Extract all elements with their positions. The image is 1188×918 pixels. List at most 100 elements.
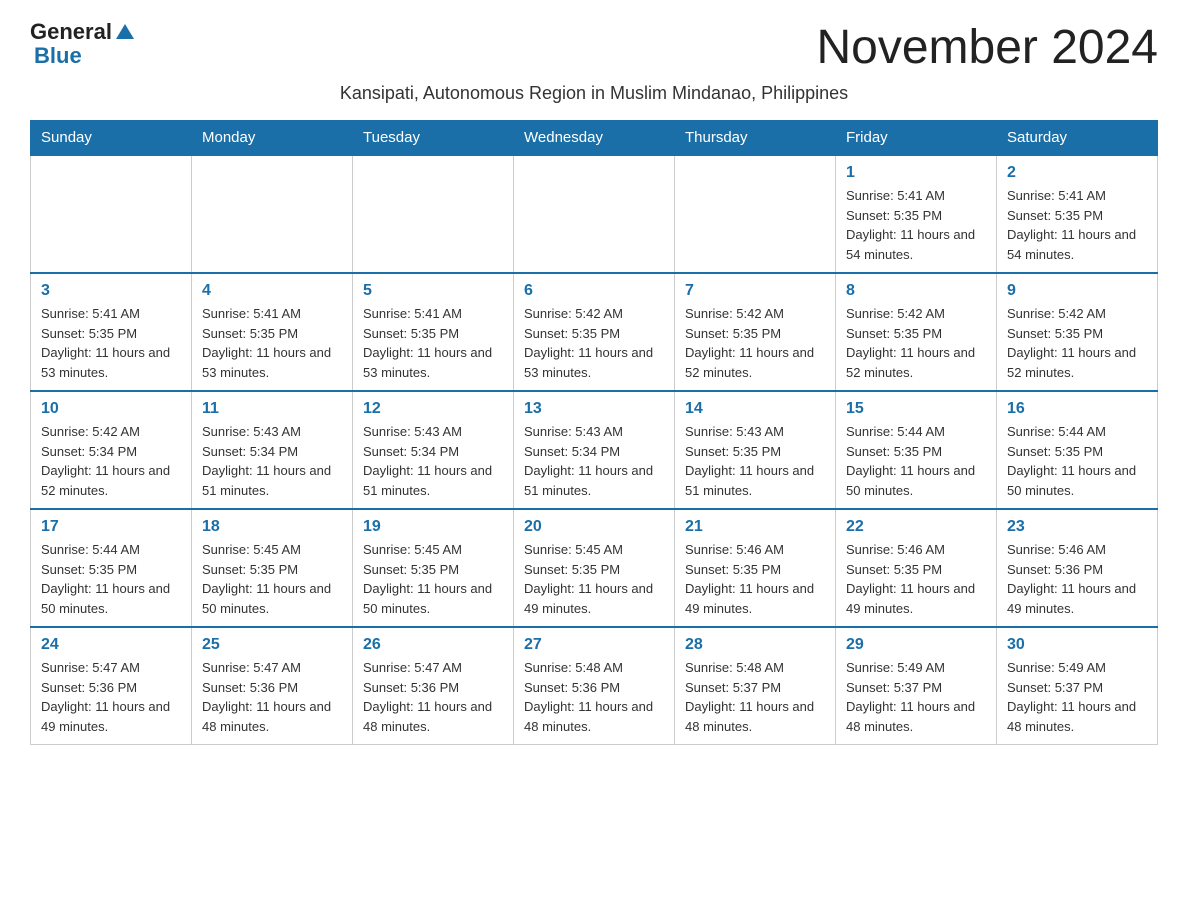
day-info: Sunrise: 5:41 AMSunset: 5:35 PMDaylight:… — [1007, 186, 1147, 264]
day-info: Sunrise: 5:44 AMSunset: 5:35 PMDaylight:… — [1007, 422, 1147, 500]
calendar-cell: 10 Sunrise: 5:42 AMSunset: 5:34 PMDayligh… — [31, 391, 192, 509]
day-info: Sunrise: 5:43 AMSunset: 5:34 PMDaylight:… — [202, 422, 342, 500]
calendar-cell: 28 Sunrise: 5:48 AMSunset: 5:37 PMDayligh… — [675, 627, 836, 745]
day-info: Sunrise: 5:43 AMSunset: 5:34 PMDaylight:… — [524, 422, 664, 500]
day-number: 22 — [846, 518, 986, 536]
calendar-cell: 20Sunrise: 5:45 AMSunset: 5:35 PMDayligh… — [514, 509, 675, 627]
day-number: 8 — [846, 282, 986, 300]
calendar-header-saturday: Saturday — [997, 121, 1158, 156]
calendar-header-thursday: Thursday — [675, 121, 836, 156]
day-info: Sunrise: 5:45 AMSunset: 5:35 PMDaylight:… — [202, 540, 342, 618]
page-title: November 2024 — [816, 20, 1158, 75]
calendar-table: SundayMondayTuesdayWednesdayThursdayFrid… — [30, 120, 1158, 745]
calendar-cell: 13 Sunrise: 5:43 AMSunset: 5:34 PMDayligh… — [514, 391, 675, 509]
day-number: 29 — [846, 636, 986, 654]
calendar-cell: 27 Sunrise: 5:48 AMSunset: 5:36 PMDayligh… — [514, 627, 675, 745]
calendar-week-3: 10 Sunrise: 5:42 AMSunset: 5:34 PMDayligh… — [31, 391, 1158, 509]
day-number: 3 — [41, 282, 181, 300]
calendar-cell: 7 Sunrise: 5:42 AMSunset: 5:35 PMDaylight… — [675, 273, 836, 391]
day-number: 24 — [41, 636, 181, 654]
day-info: Sunrise: 5:42 AMSunset: 5:35 PMDaylight:… — [1007, 304, 1147, 382]
day-info: Sunrise: 5:42 AMSunset: 5:35 PMDaylight:… — [846, 304, 986, 382]
calendar-cell: 16 Sunrise: 5:44 AMSunset: 5:35 PMDayligh… — [997, 391, 1158, 509]
day-info: Sunrise: 5:44 AMSunset: 5:35 PMDaylight:… — [41, 540, 181, 618]
day-number: 5 — [363, 282, 503, 300]
calendar-cell: 29 Sunrise: 5:49 AMSunset: 5:37 PMDayligh… — [836, 627, 997, 745]
calendar-cell: 21 Sunrise: 5:46 AMSunset: 5:35 PMDayligh… — [675, 509, 836, 627]
day-number: 28 — [685, 636, 825, 654]
subtitle: Kansipati, Autonomous Region in Muslim M… — [30, 83, 1158, 104]
calendar-week-5: 24 Sunrise: 5:47 AMSunset: 5:36 PMDayligh… — [31, 627, 1158, 745]
day-info: Sunrise: 5:42 AMSunset: 5:35 PMDaylight:… — [524, 304, 664, 382]
calendar-week-2: 3 Sunrise: 5:41 AMSunset: 5:35 PMDaylight… — [31, 273, 1158, 391]
day-number: 25 — [202, 636, 342, 654]
calendar-cell: 9 Sunrise: 5:42 AMSunset: 5:35 PMDaylight… — [997, 273, 1158, 391]
day-number: 7 — [685, 282, 825, 300]
header: General Blue November 2024 — [30, 20, 1158, 75]
day-number: 19 — [363, 518, 503, 536]
day-number: 9 — [1007, 282, 1147, 300]
calendar-cell — [192, 155, 353, 273]
calendar-cell: 3Sunrise: 5:41 AMSunset: 5:35 PMDaylight… — [31, 273, 192, 391]
calendar-cell: 6 Sunrise: 5:42 AMSunset: 5:35 PMDaylight… — [514, 273, 675, 391]
calendar-cell: 8 Sunrise: 5:42 AMSunset: 5:35 PMDaylight… — [836, 273, 997, 391]
day-number: 10 — [41, 400, 181, 418]
calendar-header-tuesday: Tuesday — [353, 121, 514, 156]
calendar-cell: 15 Sunrise: 5:44 AMSunset: 5:35 PMDayligh… — [836, 391, 997, 509]
day-info: Sunrise: 5:45 AMSunset: 5:35 PMDaylight:… — [363, 540, 503, 618]
calendar-cell: 26Sunrise: 5:47 AMSunset: 5:36 PMDayligh… — [353, 627, 514, 745]
calendar-cell — [353, 155, 514, 273]
calendar-cell: 1Sunrise: 5:41 AMSunset: 5:35 PMDaylight… — [836, 155, 997, 273]
logo-text-blue: Blue — [34, 44, 82, 68]
day-info: Sunrise: 5:47 AMSunset: 5:36 PMDaylight:… — [41, 658, 181, 736]
calendar-week-1: 1 Sunrise: 5:41 AMSunset: 5:35 PMDaylight… — [31, 155, 1158, 273]
calendar-header-row: SundayMondayTuesdayWednesdayThursdayFrid… — [31, 121, 1158, 156]
day-number: 30 — [1007, 636, 1147, 654]
calendar-cell: 11 Sunrise: 5:43 AMSunset: 5:34 PMDayligh… — [192, 391, 353, 509]
day-number: 11 — [202, 400, 342, 418]
day-number: 23 — [1007, 518, 1147, 536]
day-number: 6 — [524, 282, 664, 300]
calendar-cell: 2Sunrise: 5:41 AMSunset: 5:35 PMDaylight… — [997, 155, 1158, 273]
day-info: Sunrise: 5:46 AMSunset: 5:36 PMDaylight:… — [1007, 540, 1147, 618]
day-number: 12 — [363, 400, 503, 418]
calendar-week-4: 17Sunrise: 5:44 AMSunset: 5:35 PMDayligh… — [31, 509, 1158, 627]
calendar-cell: 23 Sunrise: 5:46 AMSunset: 5:36 PMDayligh… — [997, 509, 1158, 627]
day-info: Sunrise: 5:41 AMSunset: 5:35 PMDaylight:… — [363, 304, 503, 382]
day-number: 27 — [524, 636, 664, 654]
calendar-cell: 4Sunrise: 5:41 AMSunset: 5:35 PMDaylight… — [192, 273, 353, 391]
day-number: 18 — [202, 518, 342, 536]
day-info: Sunrise: 5:42 AMSunset: 5:35 PMDaylight:… — [685, 304, 825, 382]
logo-text-general: General — [30, 20, 112, 44]
day-info: Sunrise: 5:46 AMSunset: 5:35 PMDaylight:… — [846, 540, 986, 618]
day-info: Sunrise: 5:49 AMSunset: 5:37 PMDaylight:… — [1007, 658, 1147, 736]
calendar-cell: 5 Sunrise: 5:41 AMSunset: 5:35 PMDaylight… — [353, 273, 514, 391]
calendar-cell: 19 Sunrise: 5:45 AMSunset: 5:35 PMDayligh… — [353, 509, 514, 627]
day-number: 15 — [846, 400, 986, 418]
day-info: Sunrise: 5:46 AMSunset: 5:35 PMDaylight:… — [685, 540, 825, 618]
calendar-header-sunday: Sunday — [31, 121, 192, 156]
day-info: Sunrise: 5:44 AMSunset: 5:35 PMDaylight:… — [846, 422, 986, 500]
calendar-cell: 12Sunrise: 5:43 AMSunset: 5:34 PMDayligh… — [353, 391, 514, 509]
logo: General Blue — [30, 20, 134, 68]
day-number: 16 — [1007, 400, 1147, 418]
calendar-header-friday: Friday — [836, 121, 997, 156]
day-info: Sunrise: 5:41 AMSunset: 5:35 PMDaylight:… — [202, 304, 342, 382]
day-info: Sunrise: 5:48 AMSunset: 5:37 PMDaylight:… — [685, 658, 825, 736]
calendar-cell: 18 Sunrise: 5:45 AMSunset: 5:35 PMDayligh… — [192, 509, 353, 627]
calendar-cell — [31, 155, 192, 273]
calendar-body: 1 Sunrise: 5:41 AMSunset: 5:35 PMDaylight… — [31, 155, 1158, 745]
day-number: 20 — [524, 518, 664, 536]
day-info: Sunrise: 5:47 AMSunset: 5:36 PMDaylight:… — [363, 658, 503, 736]
day-info: Sunrise: 5:48 AMSunset: 5:36 PMDaylight:… — [524, 658, 664, 736]
day-number: 13 — [524, 400, 664, 418]
day-info: Sunrise: 5:49 AMSunset: 5:37 PMDaylight:… — [846, 658, 986, 736]
day-number: 1 — [846, 164, 986, 182]
calendar-header-monday: Monday — [192, 121, 353, 156]
calendar-cell: 22 Sunrise: 5:46 AMSunset: 5:35 PMDayligh… — [836, 509, 997, 627]
day-info: Sunrise: 5:42 AMSunset: 5:34 PMDaylight:… — [41, 422, 181, 500]
day-number: 14 — [685, 400, 825, 418]
day-number: 21 — [685, 518, 825, 536]
calendar-cell: 25Sunrise: 5:47 AMSunset: 5:36 PMDayligh… — [192, 627, 353, 745]
calendar-cell: 30 Sunrise: 5:49 AMSunset: 5:37 PMDayligh… — [997, 627, 1158, 745]
